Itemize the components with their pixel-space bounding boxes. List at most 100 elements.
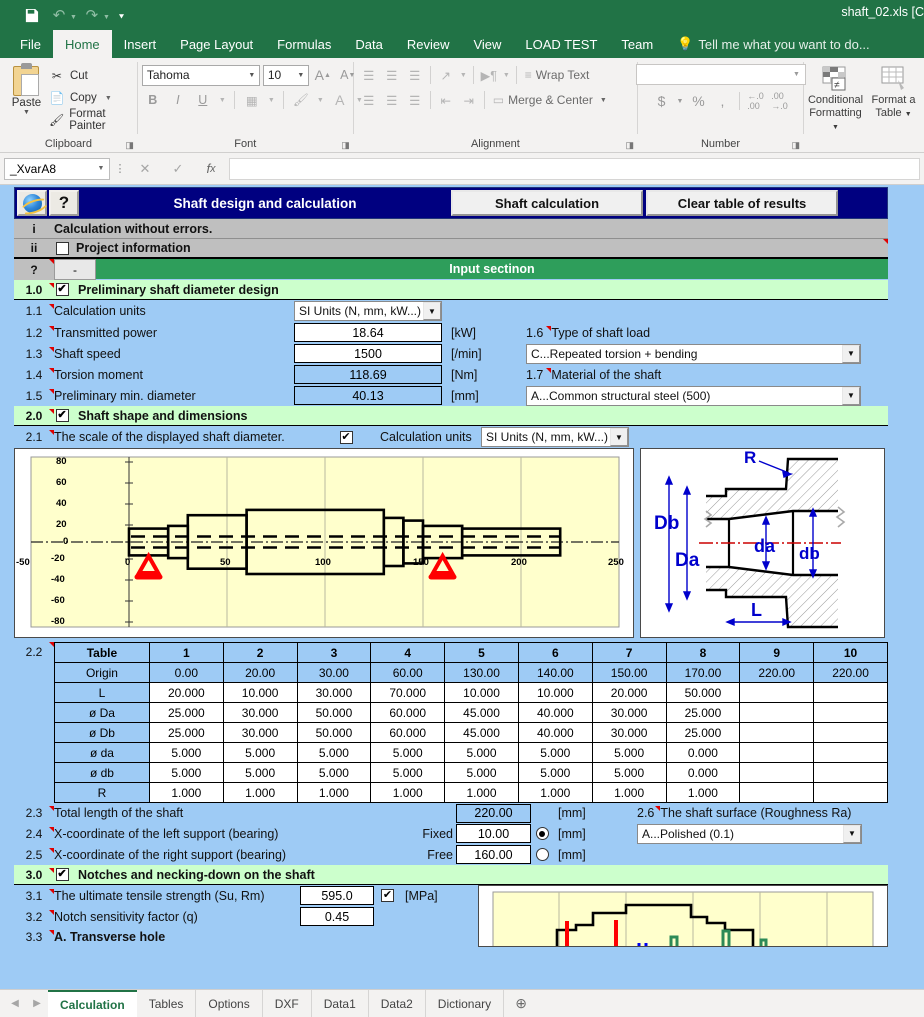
cell-L-10[interactable]: [813, 682, 888, 703]
decrease-decimal-button[interactable]: .00 →.0: [769, 91, 791, 112]
fill-color-button[interactable]: 🖌: [290, 90, 312, 111]
cell-da-1[interactable]: 5.000: [148, 742, 224, 763]
cell-Da-5[interactable]: 45.000: [444, 702, 519, 723]
tab-view[interactable]: View: [461, 30, 513, 58]
tab-formulas[interactable]: Formulas: [265, 30, 343, 58]
name-box[interactable]: _XvarA8 ▼: [4, 157, 110, 180]
right-support-x-input[interactable]: 160.00: [456, 845, 531, 864]
notch-sensitivity-factor-input[interactable]: 0.45: [300, 907, 374, 926]
formula-input[interactable]: [229, 157, 920, 180]
internet-explorer-icon[interactable]: [17, 190, 47, 216]
cell-db-6[interactable]: 5.000: [517, 762, 593, 783]
cell-origin-3[interactable]: 30.00: [296, 662, 372, 683]
grow-font-button[interactable]: A ▲: [312, 65, 334, 86]
cell-Da-10[interactable]: [813, 702, 888, 723]
chevron-down-icon[interactable]: ▼: [842, 344, 860, 363]
redo-icon[interactable]: ↷: [79, 3, 105, 27]
cell-da-10[interactable]: [813, 742, 888, 763]
collapse-toggle-button[interactable]: -: [54, 259, 96, 280]
wrap-text-button[interactable]: ≡ Wrap Text: [521, 64, 594, 86]
indent-marker-button[interactable]: ▶¶: [478, 65, 500, 86]
cell-R-7[interactable]: 1.000: [591, 782, 667, 803]
cell-Db-2[interactable]: 30.000: [222, 722, 298, 743]
merge-dropdown-icon[interactable]: ▼: [600, 97, 607, 104]
underline-button[interactable]: U: [192, 90, 214, 111]
cell-db-5[interactable]: 5.000: [444, 762, 519, 783]
cell-Db-3[interactable]: 50.000: [296, 722, 372, 743]
cell-Db-5[interactable]: 45.000: [444, 722, 519, 743]
font-name-combo[interactable]: Tahoma ▼: [141, 64, 260, 86]
tab-home[interactable]: Home: [52, 30, 112, 58]
redo-dropdown-icon[interactable]: ▼: [103, 14, 110, 21]
tab-data[interactable]: Data: [343, 30, 394, 58]
paste-button[interactable]: Paste ▼: [4, 63, 49, 116]
shaft-surface-roughness-dropdown[interactable]: A...Polished (0.1) ▼: [637, 823, 862, 844]
row-2-1-units-dropdown[interactable]: SI Units (N, mm, kW...) ▼: [481, 427, 629, 447]
cell-L-5[interactable]: 10.000: [444, 682, 519, 703]
tab-review[interactable]: Review: [395, 30, 462, 58]
copy-button[interactable]: 📄 Copy ▼: [49, 88, 133, 108]
cell-L-6[interactable]: 10.000: [517, 682, 593, 703]
calculation-units-dropdown[interactable]: SI Units (N, mm, kW...) ▼: [294, 301, 442, 321]
cell-R-5[interactable]: 1.000: [444, 782, 519, 803]
cell-Da-8[interactable]: 25.000: [665, 702, 741, 723]
cell-da-5[interactable]: 5.000: [444, 742, 519, 763]
chevron-down-icon[interactable]: ▼: [423, 302, 441, 320]
underline-dropdown-icon[interactable]: ▼: [217, 90, 228, 111]
cell-db-7[interactable]: 5.000: [591, 762, 667, 783]
currency-dropdown-icon[interactable]: ▼: [675, 91, 686, 112]
cell-L-2[interactable]: 10.000: [222, 682, 298, 703]
font-dialog-launcher-icon[interactable]: ◨: [341, 140, 350, 151]
borders-button[interactable]: ▦: [241, 90, 263, 111]
cell-R-6[interactable]: 1.000: [517, 782, 593, 803]
cell-L-3[interactable]: 30.000: [296, 682, 372, 703]
tab-page-layout[interactable]: Page Layout: [168, 30, 265, 58]
cell-Db-1[interactable]: 25.000: [148, 722, 224, 743]
conditional-formatting-button[interactable]: ≠ Conditional Formatting ▼: [808, 64, 863, 134]
cell-da-8[interactable]: 0.000: [665, 742, 741, 763]
add-sheet-icon[interactable]: ⊕: [504, 990, 538, 1017]
cell-L-4[interactable]: 70.000: [370, 682, 446, 703]
cell-da-7[interactable]: 5.000: [591, 742, 667, 763]
cell-db-4[interactable]: 5.000: [370, 762, 446, 783]
increase-indent-button[interactable]: ⇥: [458, 90, 480, 111]
paste-dropdown-icon[interactable]: ▼: [23, 109, 30, 116]
cell-R-10[interactable]: [813, 782, 888, 803]
percent-button[interactable]: %: [688, 91, 710, 112]
type-of-shaft-load-dropdown[interactable]: C...Repeated torsion + bending ▼: [526, 343, 861, 364]
ultimate-tensile-strength-checkbox[interactable]: ✔: [381, 889, 394, 902]
tell-me-box[interactable]: 💡 Tell me what you want to do...: [665, 30, 881, 58]
next-sheet-icon[interactable]: ▶: [26, 990, 48, 1017]
italic-button[interactable]: I: [167, 90, 189, 111]
align-left-button[interactable]: ☰: [358, 90, 380, 111]
prev-sheet-icon[interactable]: ◀: [4, 990, 26, 1017]
align-middle-button[interactable]: ☰: [381, 65, 403, 86]
cell-L-9[interactable]: [739, 682, 815, 703]
chevron-down-icon[interactable]: ▼: [842, 386, 860, 405]
shaft-speed-input[interactable]: 1500: [294, 344, 442, 363]
cell-Db-4[interactable]: 60.000: [370, 722, 446, 743]
right-support-radio[interactable]: [535, 848, 549, 861]
cell-L-7[interactable]: 20.000: [591, 682, 667, 703]
cell-da-3[interactable]: 5.000: [296, 742, 372, 763]
cell-db-1[interactable]: 5.000: [148, 762, 224, 783]
undo-dropdown-icon[interactable]: ▼: [70, 14, 77, 21]
cell-Db-9[interactable]: [739, 722, 815, 743]
chevron-down-icon[interactable]: ▼: [294, 72, 308, 79]
sheet-tab-dictionary[interactable]: Dictionary: [426, 990, 505, 1017]
left-support-radio[interactable]: [535, 827, 549, 840]
orientation-button[interactable]: ↗: [435, 65, 457, 86]
cell-Da-2[interactable]: 30.000: [222, 702, 298, 723]
cell-da-9[interactable]: [739, 742, 815, 763]
cell-L-8[interactable]: 50.000: [665, 682, 741, 703]
cell-db-9[interactable]: [739, 762, 815, 783]
material-of-shaft-dropdown[interactable]: A...Common structural steel (500) ▼: [526, 385, 861, 406]
align-right-button[interactable]: ☰: [404, 90, 426, 111]
cell-L-1[interactable]: 20.000: [148, 682, 224, 703]
cell-Db-10[interactable]: [813, 722, 888, 743]
currency-button[interactable]: $: [651, 91, 673, 112]
orientation-dropdown-icon[interactable]: ▼: [458, 65, 469, 86]
increase-decimal-button[interactable]: ←.0.00: [745, 91, 767, 112]
cell-origin-9[interactable]: 220.00: [739, 662, 815, 683]
confirm-icon[interactable]: ✓: [163, 158, 193, 180]
